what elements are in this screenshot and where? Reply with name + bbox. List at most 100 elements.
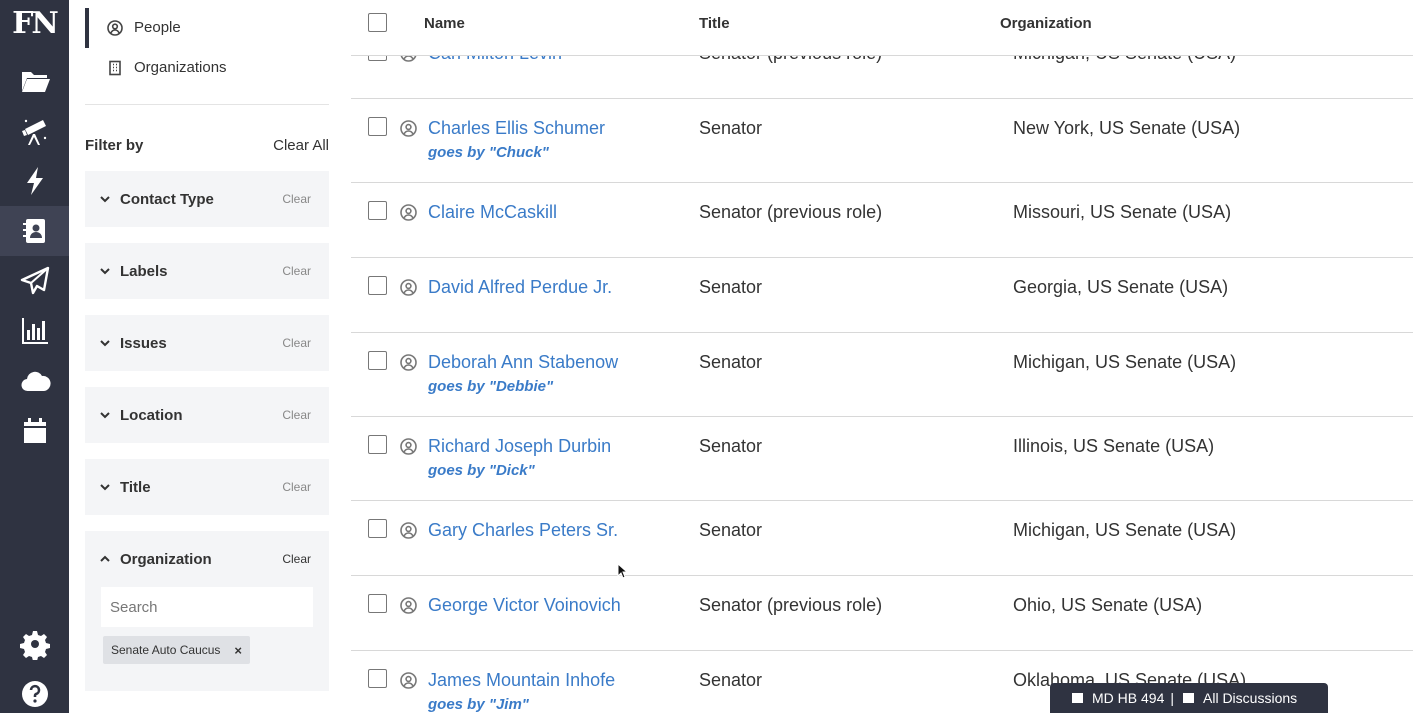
divider <box>85 104 329 105</box>
contacts-icon[interactable] <box>0 206 69 256</box>
contacts-table: Name Title Organization Carl Milton Levi… <box>351 0 1413 713</box>
row-checkbox[interactable] <box>368 351 387 370</box>
contact-organization: Michigan, US Senate (USA) <box>1013 352 1237 372</box>
telescope-icon[interactable] <box>0 106 69 156</box>
chart-icon[interactable] <box>0 306 69 356</box>
row-checkbox[interactable] <box>368 276 387 295</box>
contact-name-link[interactable]: Gary Charles Peters Sr. <box>428 520 618 541</box>
row-checkbox[interactable] <box>368 117 387 136</box>
contact-title: Senator (previous role) <box>699 202 883 222</box>
filter-label: Labels <box>120 262 168 280</box>
all-discussions-link[interactable]: All Discussions <box>1203 690 1297 706</box>
row-checkbox[interactable] <box>368 594 387 613</box>
column-header-organization[interactable]: Organization <box>1000 15 1092 32</box>
filter-location: Location Clear <box>85 387 329 443</box>
table-row[interactable]: Claire McCaskill Senator (previous role)… <box>351 183 1413 258</box>
contact-name-link[interactable]: David Alfred Perdue Jr. <box>428 277 612 298</box>
filter-panel: People Organizations Filter by Clear All… <box>69 0 351 713</box>
column-header-name[interactable]: Name <box>424 15 465 32</box>
filter-label: Issues <box>120 334 167 352</box>
filter-label: Organization <box>120 550 212 568</box>
filter-title: Filter by <box>85 137 144 154</box>
person-icon <box>400 438 417 455</box>
cloud-icon[interactable] <box>0 356 69 406</box>
filter-issues: Issues Clear <box>85 315 329 371</box>
table-header: Name Title Organization <box>351 0 1413 56</box>
person-icon <box>400 120 417 137</box>
table-row[interactable]: Richard Joseph Durbin goes by "Dick" Sen… <box>351 417 1413 501</box>
chevron-down-icon <box>100 412 110 419</box>
comment-icon <box>1183 693 1194 703</box>
filter-label: Title <box>120 478 151 496</box>
person-icon <box>400 279 417 296</box>
contact-organization: Missouri, US Senate (USA) <box>1013 202 1232 222</box>
contact-name-link[interactable]: George Victor Voinovich <box>428 595 621 616</box>
app-rail: FN <box>0 0 69 713</box>
comment-icon <box>1072 693 1083 703</box>
organization-search-input[interactable] <box>101 587 313 627</box>
column-header-title[interactable]: Title <box>699 15 730 32</box>
contact-name-link[interactable]: Richard Joseph Durbin <box>428 436 611 457</box>
contact-organization: Michigan, US Senate (USA) <box>1013 520 1237 540</box>
nav-people[interactable]: People <box>107 19 181 36</box>
table-row[interactable]: Gary Charles Peters Sr. Senator Michigan… <box>351 501 1413 576</box>
filter-header: Filter by Clear All <box>85 137 329 154</box>
contact-organization: Ohio, US Senate (USA) <box>1013 595 1203 615</box>
contact-title: Senator <box>699 520 763 540</box>
discussions-separator: | <box>1170 690 1174 706</box>
filter-organization: Organization Clear Senate Auto Caucus × <box>85 531 329 691</box>
row-checkbox[interactable] <box>368 669 387 688</box>
table-row[interactable]: Deborah Ann Stabenow goes by "Debbie" Se… <box>351 333 1413 417</box>
contact-name-link[interactable]: Claire McCaskill <box>428 202 557 223</box>
clear-button[interactable]: Clear <box>282 264 311 278</box>
table-row[interactable]: Charles Ellis Schumer goes by "Chuck" Se… <box>351 99 1413 183</box>
chip-label: Senate Auto Caucus <box>111 643 221 657</box>
clear-button[interactable]: Clear <box>282 192 311 206</box>
person-icon <box>400 354 417 371</box>
folder-icon[interactable] <box>0 55 69 105</box>
clear-button[interactable]: Clear <box>282 336 311 350</box>
filter-label: Contact Type <box>120 190 214 208</box>
discussions-bar[interactable]: MD HB 494 | All Discussions <box>1050 683 1328 713</box>
gear-icon[interactable] <box>0 619 69 669</box>
contact-title: Senator <box>699 118 763 138</box>
nav-active-indicator <box>85 8 89 48</box>
contact-title: Senator <box>699 277 763 297</box>
row-checkbox[interactable] <box>368 435 387 454</box>
filter-contact-type: Contact Type Clear <box>85 171 329 227</box>
contact-nickname: goes by "Debbie" <box>428 378 554 395</box>
send-icon[interactable] <box>0 256 69 306</box>
calendar-icon[interactable] <box>0 406 69 456</box>
row-checkbox[interactable] <box>368 519 387 538</box>
clear-button[interactable]: Clear <box>282 552 311 566</box>
clear-button[interactable]: Clear <box>282 480 311 494</box>
contact-nickname: goes by "Chuck" <box>428 144 549 161</box>
chevron-up-icon <box>100 555 110 562</box>
person-circle-icon <box>107 19 123 36</box>
contact-name-link[interactable]: Charles Ellis Schumer <box>428 118 605 139</box>
filter-label: Location <box>120 406 183 424</box>
person-icon <box>400 204 417 221</box>
help-icon[interactable] <box>0 669 69 719</box>
contact-name-link[interactable]: Deborah Ann Stabenow <box>428 352 618 373</box>
nav-people-label: People <box>134 19 181 36</box>
clear-button[interactable]: Clear <box>282 408 311 422</box>
chip-remove-icon[interactable]: × <box>234 643 242 658</box>
contact-organization: Georgia, US Senate (USA) <box>1013 277 1229 297</box>
contact-nickname: goes by "Jim" <box>428 696 529 713</box>
table-row[interactable]: David Alfred Perdue Jr. Senator Georgia,… <box>351 258 1413 333</box>
person-icon <box>400 522 417 539</box>
table-row[interactable]: George Victor Voinovich Senator (previou… <box>351 576 1413 651</box>
clear-all-button[interactable]: Clear All <box>273 137 329 154</box>
selected-organization-chip: Senate Auto Caucus × <box>103 636 251 664</box>
nav-organizations[interactable]: Organizations <box>107 59 227 76</box>
contact-name-link[interactable]: James Mountain Inhofe <box>428 670 615 691</box>
mouse-cursor-icon <box>617 563 627 579</box>
contact-organization: Illinois, US Senate (USA) <box>1013 436 1215 456</box>
select-all-checkbox[interactable] <box>368 13 387 32</box>
filter-title-section: Title Clear <box>85 459 329 515</box>
bolt-icon[interactable] <box>0 156 69 206</box>
row-checkbox[interactable] <box>368 201 387 220</box>
discussion-bill-link[interactable]: MD HB 494 <box>1092 690 1164 706</box>
app-logo[interactable]: FN <box>0 6 69 41</box>
